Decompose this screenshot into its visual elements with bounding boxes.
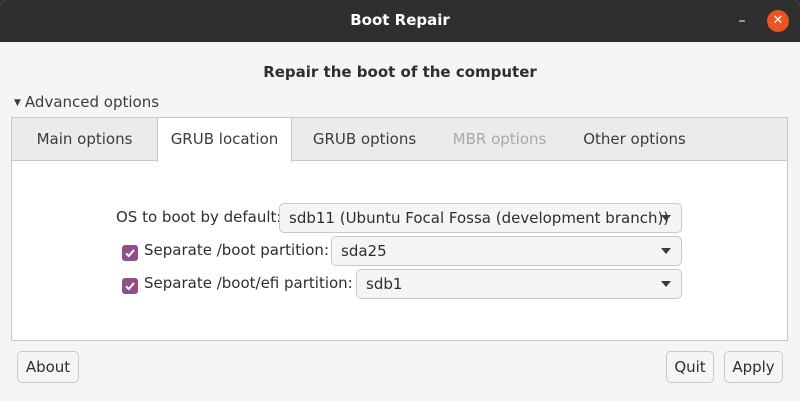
chevron-down-icon (661, 248, 671, 254)
options-notebook: Main options GRUB location GRUB options … (11, 117, 788, 341)
checkmark-icon (125, 249, 135, 258)
boot-partition-value: sda25 (341, 242, 387, 260)
efi-partition-value: sdb1 (366, 275, 403, 293)
boot-partition-checkbox[interactable] (122, 245, 138, 261)
expander-label: Advanced options (24, 93, 160, 111)
quit-button[interactable]: Quit (666, 351, 714, 383)
os-to-boot-label: OS to boot by default: (116, 208, 282, 226)
checkmark-icon (125, 282, 135, 291)
tab-bar: Main options GRUB location GRUB options … (11, 117, 788, 162)
boot-partition-label: Separate /boot partition: (144, 241, 329, 259)
tab-other-options[interactable]: Other options (562, 118, 707, 161)
boot-partition-dropdown[interactable]: sda25 (331, 236, 682, 266)
os-to-boot-dropdown[interactable]: sdb11 (Ubuntu Focal Fossa (development b… (279, 203, 682, 233)
tab-main-options[interactable]: Main options (12, 118, 157, 161)
minimize-icon[interactable]: – (732, 13, 752, 29)
chevron-down-icon (661, 215, 671, 221)
window-title: Boot Repair (350, 11, 450, 29)
about-button[interactable]: About (17, 351, 79, 383)
tab-grub-options[interactable]: GRUB options (292, 118, 437, 161)
tab-mbr-options: MBR options (452, 130, 547, 148)
tab-grub-location[interactable]: GRUB location (157, 117, 292, 162)
efi-partition-dropdown[interactable]: sdb1 (356, 269, 682, 299)
efi-partition-label: Separate /boot/efi partition: (144, 274, 353, 292)
boot-repair-window: Boot Repair – ✕ Repair the boot of the c… (0, 0, 800, 401)
apply-button[interactable]: Apply (724, 351, 783, 383)
os-to-boot-value: sdb11 (Ubuntu Focal Fossa (development b… (289, 209, 670, 227)
efi-partition-checkbox[interactable] (122, 278, 138, 294)
triangle-down-icon: ▼ (14, 98, 21, 108)
advanced-options-expander[interactable]: ▼ Advanced options (14, 93, 159, 113)
chevron-down-icon (661, 281, 671, 287)
close-icon[interactable]: ✕ (767, 10, 789, 32)
title-bar[interactable]: Boot Repair – ✕ (0, 0, 800, 42)
page-heading: Repair the boot of the computer (263, 63, 537, 81)
grub-location-panel: OS to boot by default: sdb11 (Ubuntu Foc… (11, 160, 788, 341)
